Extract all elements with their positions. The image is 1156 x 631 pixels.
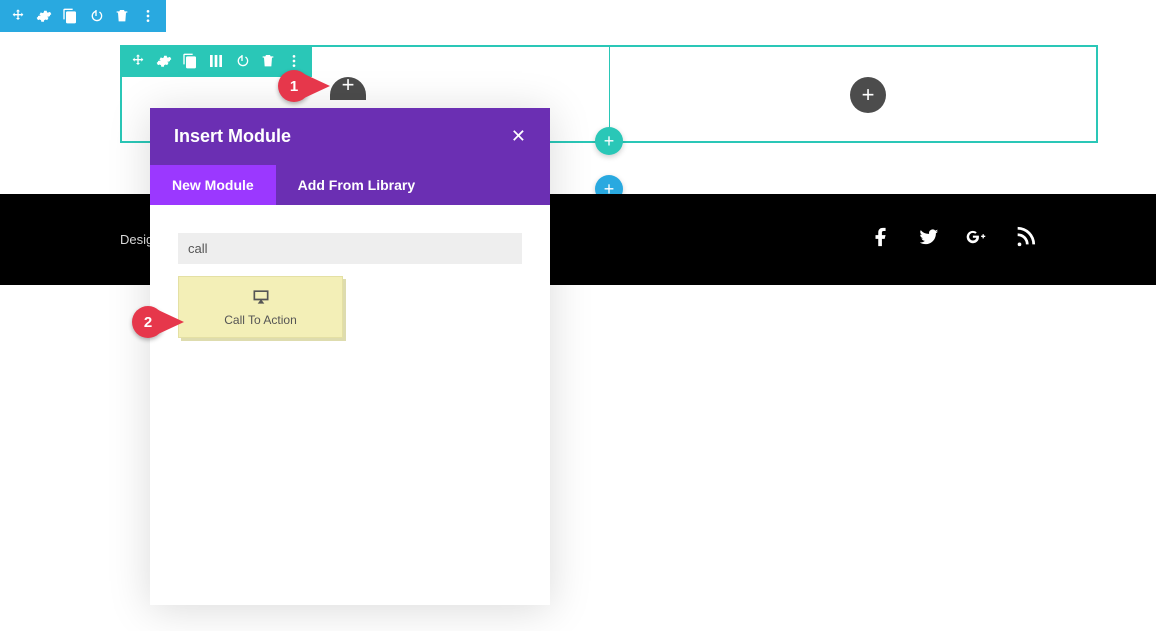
social-icons	[870, 226, 1036, 253]
modal-title: Insert Module	[174, 126, 291, 147]
gear-icon[interactable]	[32, 4, 56, 28]
trash-icon[interactable]	[110, 4, 134, 28]
googleplus-icon[interactable]	[966, 226, 988, 253]
add-module-button[interactable]: +	[850, 77, 886, 113]
annotation-2: 2	[132, 306, 184, 338]
gear-icon[interactable]	[152, 49, 176, 73]
insert-module-modal: Insert Module ✕ New Module Add From Libr…	[150, 108, 550, 605]
module-call-to-action[interactable]: Call To Action	[178, 276, 343, 338]
search-input[interactable]	[178, 233, 522, 264]
section-toolbar	[0, 0, 166, 32]
annotation-1: 1	[278, 70, 330, 102]
tab-add-from-library[interactable]: Add From Library	[276, 165, 437, 205]
clone-icon[interactable]	[178, 49, 202, 73]
rss-icon[interactable]	[1014, 226, 1036, 253]
close-icon[interactable]: ✕	[511, 126, 526, 147]
twitter-icon[interactable]	[918, 226, 940, 253]
power-icon[interactable]	[230, 49, 254, 73]
facebook-icon[interactable]	[870, 226, 892, 253]
trash-icon[interactable]	[256, 49, 280, 73]
more-icon[interactable]	[136, 4, 160, 28]
footer-text: Desig	[120, 232, 153, 247]
module-label: Call To Action	[224, 313, 297, 327]
modal-titlebar: Insert Module ✕	[150, 108, 550, 165]
add-row-button[interactable]: +	[595, 127, 623, 155]
tab-new-module[interactable]: New Module	[150, 165, 276, 205]
modal-body: Call To Action	[150, 205, 550, 605]
modal-tabs: New Module Add From Library	[150, 165, 550, 205]
clone-icon[interactable]	[58, 4, 82, 28]
move-icon[interactable]	[126, 49, 150, 73]
cta-icon	[251, 287, 271, 307]
arrow-icon	[156, 309, 184, 335]
power-icon[interactable]	[84, 4, 108, 28]
columns-icon[interactable]	[204, 49, 228, 73]
move-icon[interactable]	[6, 4, 30, 28]
arrow-icon	[302, 73, 330, 99]
